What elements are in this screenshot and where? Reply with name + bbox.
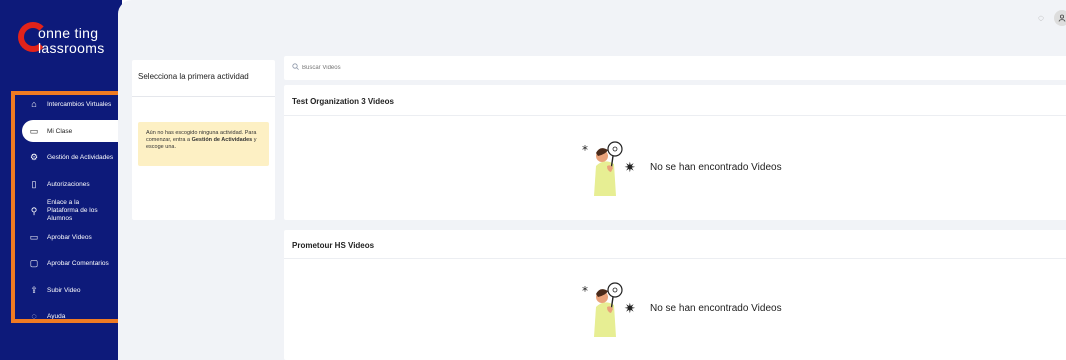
empty-state: * ✷ No se han encontrado Videos [580, 278, 880, 338]
svg-text:✷: ✷ [624, 160, 636, 176]
video-section: Prometour HS Videos * ✷ No se han encont… [284, 230, 1066, 360]
user-icon [1058, 14, 1066, 22]
search-bar [284, 56, 1066, 80]
brand-name-line1: onne ting [38, 25, 99, 41]
empty-state-message: No se han encontrado Videos [650, 161, 782, 173]
app-window: onne ting lassrooms ⌂ Intercambios Virtu… [0, 0, 1066, 360]
search-input[interactable] [302, 60, 702, 76]
svg-text:*: * [582, 143, 588, 157]
video-section: Test Organization 3 Videos * ✷ No se han… [284, 85, 1066, 220]
empty-state-illustration: * ✷ [580, 136, 642, 198]
svg-text:*: * [582, 284, 588, 298]
top-bar: ◌ [118, 0, 1066, 42]
empty-state-message: No se han encontrado Videos [650, 302, 782, 314]
divider [132, 96, 275, 97]
activity-panel: Selecciona la primera actividad Aún no h… [132, 60, 275, 220]
no-activity-notice: Aún no has escogido ninguna actividad. P… [138, 122, 269, 166]
brand-name-line2: lassrooms [38, 40, 105, 56]
svg-text:✷: ✷ [624, 301, 636, 317]
sidebar: onne ting lassrooms ⌂ Intercambios Virtu… [0, 0, 128, 360]
empty-state: * ✷ No se han encontrado Videos [580, 137, 880, 197]
divider [284, 115, 1066, 116]
video-section-title: Prometour HS Videos [292, 241, 375, 250]
search-icon [292, 63, 299, 72]
video-section-title: Test Organization 3 Videos [292, 97, 394, 106]
main-content: Selecciona la primera actividad Aún no h… [118, 42, 1066, 360]
notification-icon[interactable]: ◌ [1038, 13, 1044, 24]
gestion-actividades-link[interactable]: Gestión de Actividades [192, 137, 253, 143]
activity-panel-title: Selecciona la primera actividad [138, 72, 249, 81]
empty-state-illustration: * ✷ [580, 277, 642, 339]
highlight-frame [11, 91, 128, 323]
avatar[interactable] [1054, 10, 1066, 26]
divider [284, 258, 1066, 259]
